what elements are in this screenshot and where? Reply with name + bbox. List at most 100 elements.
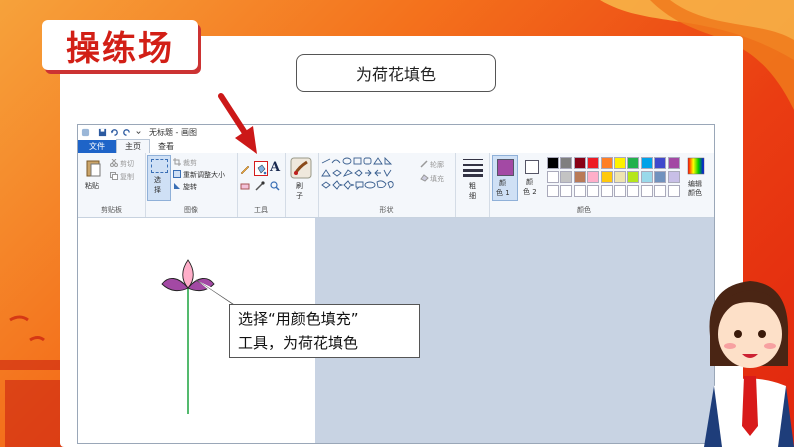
shapes-group: 轮廓 填充 形状 <box>318 153 456 217</box>
select-label: 选 <box>154 176 161 184</box>
resize-button[interactable]: 重新调整大小 <box>183 170 225 180</box>
undo-icon[interactable] <box>110 128 119 137</box>
paint-bucket-icon <box>257 164 267 175</box>
redo-icon[interactable] <box>122 128 131 137</box>
text-tool-icon[interactable]: A <box>270 160 280 175</box>
palette-swatch[interactable] <box>547 171 559 183</box>
magnifier-icon[interactable] <box>270 181 280 191</box>
palette-swatch[interactable] <box>587 157 600 169</box>
palette-swatch[interactable] <box>547 157 559 169</box>
paint-titlebar: 无标题 - 画图 <box>78 125 714 139</box>
palette-swatch[interactable] <box>614 171 626 183</box>
palette-swatch-empty[interactable] <box>587 185 600 197</box>
palette-swatch-empty[interactable] <box>560 185 573 197</box>
clipboard-group: 粘贴 剪切 复制 剪贴板 <box>78 153 146 217</box>
palette-swatch[interactable] <box>560 171 573 183</box>
shapes-gallery[interactable] <box>321 157 413 193</box>
cut-button[interactable]: 剪切 <box>120 159 134 169</box>
cartoon-girl-illustration <box>704 281 794 447</box>
instruction-callout: 选择“用颜色填充” 工具，为荷花填色 <box>229 304 420 358</box>
outline-icon <box>420 160 428 168</box>
palette-swatch[interactable] <box>600 157 613 169</box>
edit-colors-label-2[interactable]: 颜色 <box>688 188 702 198</box>
eraser-icon[interactable] <box>240 181 250 191</box>
palette-swatch-empty[interactable] <box>654 185 667 197</box>
size-label[interactable]: 粗 <box>469 181 476 191</box>
task-label: 为荷花填色 <box>355 65 436 84</box>
image-group-label: 图像 <box>184 206 198 214</box>
color-picker-icon[interactable] <box>255 181 265 191</box>
select-label-2: 择 <box>154 186 161 194</box>
paint-app-icon <box>81 128 90 136</box>
outline-button[interactable]: 轮廓 <box>430 160 444 170</box>
palette-swatch[interactable] <box>587 171 600 183</box>
palette-swatch[interactable] <box>667 171 680 183</box>
paste-label[interactable]: 粘贴 <box>85 181 99 191</box>
palette-swatch-empty[interactable] <box>547 185 559 197</box>
palette-swatch[interactable] <box>627 157 640 169</box>
copy-icon <box>110 172 118 180</box>
color2-label-2: 色 2 <box>523 188 537 196</box>
line-size-icon[interactable] <box>463 157 483 177</box>
size-label-2[interactable]: 细 <box>469 191 476 201</box>
palette-swatch[interactable] <box>600 171 613 183</box>
palette-swatch-empty[interactable] <box>640 185 653 197</box>
color-palette <box>547 157 697 202</box>
palette-swatch[interactable] <box>573 171 586 183</box>
resize-icon <box>173 170 181 178</box>
tools-group-label: 工具 <box>254 206 268 214</box>
palette-swatch-empty[interactable] <box>600 185 613 197</box>
brushes-group: 刷 子 <box>285 153 319 217</box>
shapes-group-label: 形状 <box>379 206 394 214</box>
size-group: 粗 细 <box>455 153 490 217</box>
clipboard-group-label: 剪贴板 <box>101 206 122 214</box>
palette-swatch[interactable] <box>573 157 586 169</box>
rotate-button[interactable]: 旋转 <box>183 182 197 192</box>
tab-file[interactable]: 文件 <box>78 140 116 153</box>
select-rect-icon <box>151 159 168 173</box>
brush-label[interactable]: 刷 <box>296 181 303 191</box>
tab-view[interactable]: 查看 <box>150 140 182 153</box>
color1-label-2: 色 1 <box>496 189 510 197</box>
ribbon-tabs: 文件 主页 查看 <box>78 139 714 153</box>
copy-button[interactable]: 复制 <box>120 172 134 182</box>
fill-button[interactable]: 填充 <box>430 174 444 184</box>
brush-label-2[interactable]: 子 <box>296 191 303 201</box>
paint-window: 无标题 - 画图 文件 主页 查看 粘贴 剪切 复制 剪贴板 选 择 裁剪 重新… <box>77 124 715 444</box>
color2-button[interactable]: 颜 色 2 <box>520 155 544 199</box>
task-label-box: 为荷花填色 <box>296 54 496 92</box>
select-button[interactable]: 选 择 <box>147 155 171 201</box>
callout-line-2: 工具，为荷花填色 <box>238 334 359 352</box>
palette-swatch-empty[interactable] <box>627 185 640 197</box>
color1-button[interactable]: 颜 色 1 <box>492 155 518 201</box>
fill-with-color-button[interactable] <box>254 161 268 176</box>
tab-home[interactable]: 主页 <box>116 139 150 153</box>
palette-swatch[interactable] <box>640 171 653 183</box>
palette-swatch[interactable] <box>654 157 667 169</box>
crop-button[interactable]: 裁剪 <box>183 158 197 168</box>
color1-label: 颜 <box>499 179 506 187</box>
tools-group: A 工具 <box>237 153 286 217</box>
color2-swatch <box>525 160 539 174</box>
save-icon[interactable] <box>98 128 107 137</box>
crop-icon <box>173 158 181 166</box>
palette-swatch-empty[interactable] <box>573 185 586 197</box>
palette-swatch[interactable] <box>667 157 680 169</box>
pencil-icon[interactable] <box>240 164 250 174</box>
brush-icon[interactable] <box>290 157 312 179</box>
color1-swatch <box>497 159 514 176</box>
scissors-icon <box>110 159 118 167</box>
callout-line-1: 选择“用颜色填充” <box>238 310 359 328</box>
palette-swatch[interactable] <box>654 171 667 183</box>
palette-swatch-empty[interactable] <box>614 185 626 197</box>
red-arrow-annotation <box>218 93 257 154</box>
palette-swatch[interactable] <box>640 157 653 169</box>
palette-swatch[interactable] <box>560 157 573 169</box>
palette-swatch[interactable] <box>614 157 626 169</box>
palette-swatch[interactable] <box>627 171 640 183</box>
paste-icon[interactable] <box>86 158 102 178</box>
chevron-down-icon[interactable] <box>134 128 143 137</box>
palette-swatch-empty[interactable] <box>667 185 680 197</box>
image-group: 选 择 裁剪 重新调整大小 旋转 图像 <box>145 153 238 217</box>
edit-colors-icon[interactable] <box>687 157 705 175</box>
